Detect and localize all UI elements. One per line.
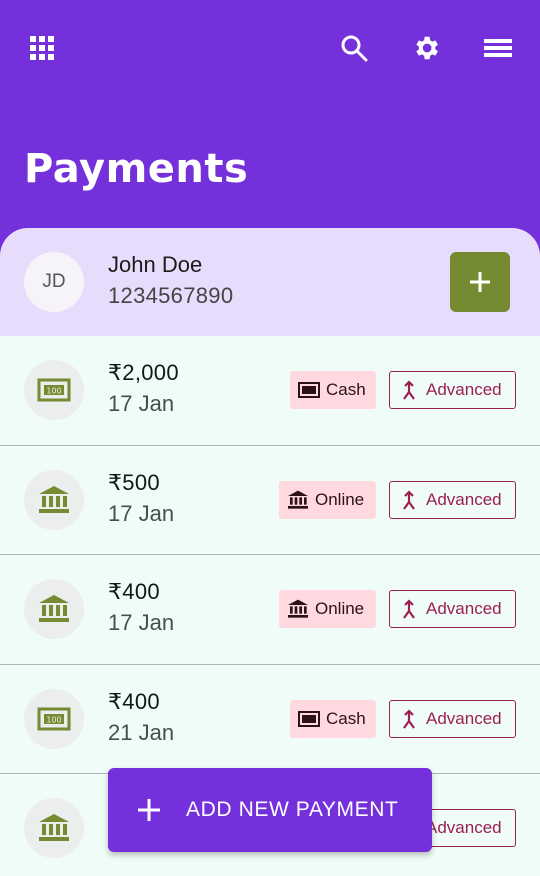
payment-row[interactable]: 100 ₹400 21 Jan Cash Advanced (0, 664, 540, 774)
apps-icon[interactable] (22, 28, 62, 68)
payment-type-chip[interactable]: Advanced (389, 699, 516, 738)
payment-type-chip[interactable]: Advanced (389, 480, 516, 519)
payment-row[interactable]: 100 ₹2,000 17 Jan Cash Advanced (0, 336, 540, 446)
payment-type-label: Advanced (426, 599, 502, 618)
svg-text:100: 100 (46, 715, 61, 724)
payment-date: 17 Jan (108, 610, 175, 635)
payment-type-label: Advanced (426, 489, 502, 509)
payment-mode-label: Cash (326, 380, 366, 399)
payment-mode-label: Cash (326, 708, 366, 728)
payment-mode-label: Online (315, 489, 365, 509)
add-new-payment-label: ADD NEW PAYMENT (186, 798, 399, 821)
payment-type-chip[interactable]: Advanced (389, 590, 516, 628)
page-title: Payments (24, 146, 249, 192)
payment-mode-chip: Cash (290, 699, 376, 738)
merge-icon (403, 489, 415, 510)
bank-icon (288, 599, 308, 618)
payment-date: 21 Jan (108, 719, 175, 745)
bank-icon (24, 798, 84, 858)
payment-date: 17 Jan (108, 500, 175, 526)
app-bar: Payments (0, 0, 540, 260)
svg-text:100: 100 (46, 387, 61, 396)
merge-icon (403, 380, 415, 400)
payment-row[interactable]: ₹500 17 Jan Online Advanced (0, 445, 540, 555)
add-payment-icon-button[interactable] (450, 252, 510, 312)
bank-icon (288, 490, 308, 509)
search-icon[interactable] (334, 28, 374, 68)
payment-date: 17 Jan (108, 391, 175, 416)
bank-icon (24, 579, 84, 639)
settings-icon[interactable] (406, 28, 446, 68)
menu-icon[interactable] (478, 28, 518, 68)
avatar: JD (24, 252, 84, 312)
payment-mode-chip: Cash (290, 371, 376, 409)
customer-name: John Doe (108, 252, 203, 277)
cash-icon: 100 (24, 688, 84, 749)
merge-icon (403, 708, 415, 729)
payment-amount: ₹2,000 (108, 360, 179, 385)
cash-icon: 100 (24, 360, 84, 420)
payment-amount: ₹500 (108, 469, 160, 495)
plus-icon (470, 272, 490, 292)
cash-icon (298, 710, 320, 727)
payment-type-label: Advanced (426, 380, 502, 399)
payment-amount: ₹400 (108, 579, 160, 604)
payment-mode-chip: Online (279, 590, 376, 628)
plus-icon (138, 799, 160, 821)
merge-icon (403, 599, 415, 619)
customer-phone: 1234567890 (108, 283, 234, 308)
payment-mode-label: Online (315, 599, 365, 618)
payment-type-chip[interactable]: Advanced (389, 371, 516, 409)
bank-icon (24, 469, 84, 530)
payment-mode-chip: Online (279, 480, 376, 519)
payment-amount: ₹400 (108, 688, 160, 714)
add-new-payment-button[interactable]: ADD NEW PAYMENT (108, 768, 432, 852)
cash-icon (298, 382, 320, 398)
payment-row[interactable]: ₹400 17 Jan Online Advanced (0, 555, 540, 665)
payment-type-label: Advanced (426, 708, 502, 728)
payment-type-label: Advanced (426, 818, 502, 837)
customer-card: JD John Doe 1234567890 (0, 228, 540, 336)
